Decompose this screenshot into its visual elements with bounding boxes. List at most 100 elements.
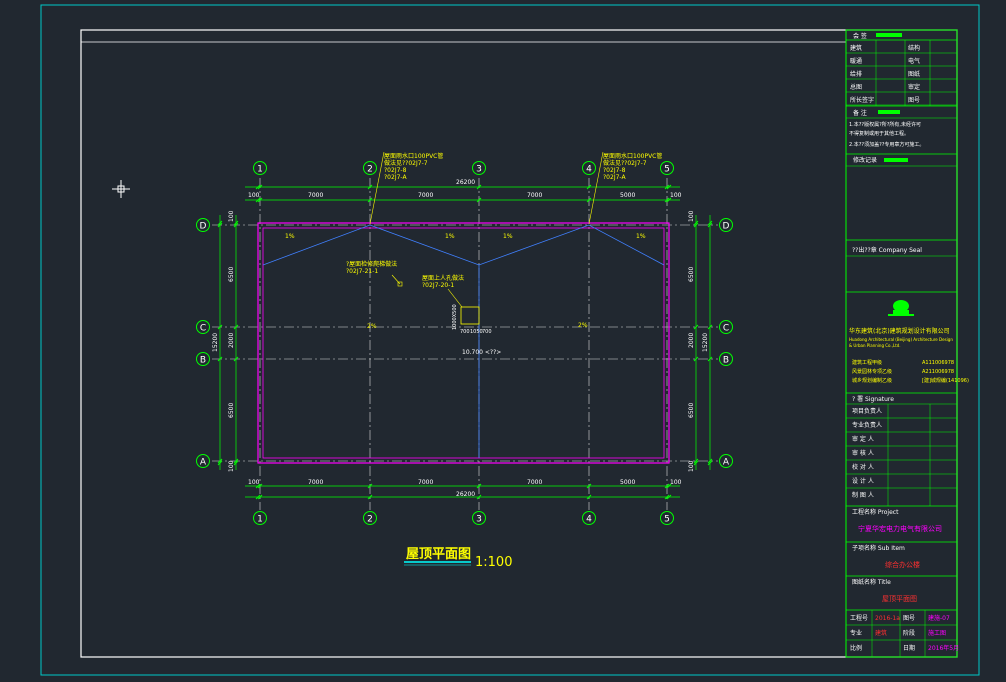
bottom-cell: 2016-1a [875, 615, 900, 622]
signature-role: 制 图 人 [852, 491, 874, 499]
slope-label-2: 1% [445, 233, 455, 240]
axis-label-D-right: D [723, 222, 730, 232]
cert-label: 建筑工程甲级 [852, 359, 882, 366]
notes-bar [878, 110, 900, 114]
annotation-right-top-3: ?02J7-8 [603, 167, 626, 174]
roof-outline-inner [262, 227, 665, 459]
signature-role: 项目负责人 [852, 407, 882, 415]
cad-drawing-canvas[interactable]: 1 1 2 2 3 3 4 4 5 5 D D C C B B A A 100 7000 7000 7000 50… [0, 0, 1006, 682]
annotation-left-top-3: ?02J7-8 [384, 167, 407, 174]
top-edge-right: 100 [670, 192, 682, 199]
drawing-scale: 1:100 [475, 555, 512, 570]
roof-hatch [460, 306, 480, 325]
annotation-mid2-2: ?02J7-20-1 [422, 282, 454, 289]
title-block: 会 签 建筑 结构暖通 电气给排 图纸总图 审定所长签字 图号 备 注 1.本??版权属?… [845, 29, 969, 658]
slope-label-4: 1% [636, 233, 646, 240]
project-name: 宁夏华宏电力电气有限公司 [858, 524, 942, 533]
bottom-cell: 专业 [850, 629, 862, 637]
stamp-header: ??出??章 Company Seal [852, 246, 922, 254]
outer-sheet-border [40, 4, 980, 676]
roof-plan: 1 1 2 2 3 3 4 4 5 5 D D C C B B A A 100 7000 7000 7000 50… [112, 151, 733, 570]
axis-label-3-bottom: 3 [476, 515, 482, 525]
hatch-dim-3: 700 [482, 329, 492, 335]
sign-row-label-a: 总图 [850, 83, 862, 91]
axis-label-C-right: C [723, 324, 729, 334]
axis-label-C-left: C [200, 324, 206, 334]
company-logo [888, 300, 914, 316]
axis-label-2-bottom: 2 [367, 515, 373, 525]
revision-header: 修改记录 [853, 156, 877, 164]
left-span-3: 6500 [228, 403, 235, 418]
axis-label-3-top: 3 [476, 165, 482, 175]
right-span-3: 6500 [688, 403, 695, 418]
annotation-left-top-4: ?02J7-A [384, 174, 407, 181]
axis-label-4-bottom: 4 [586, 515, 592, 525]
bottom-edge-right: 100 [670, 479, 682, 486]
axis-label-5-bottom: 5 [664, 515, 670, 525]
cert-number: [建]城规编(141096) [922, 377, 969, 384]
annotation-right-top-2: 做法见??02J7-7 [603, 159, 647, 167]
hatch-dim-1: 700 [460, 329, 470, 335]
left-edge-top: 100 [228, 210, 235, 222]
bottom-cell: 工程号 [850, 614, 868, 622]
axis-label-5-top: 5 [664, 165, 670, 175]
annotation-right-top-4: ?02J7-A [603, 174, 626, 181]
drawing-label: 图纸名称 Title [852, 578, 891, 586]
ridge-line [262, 224, 665, 266]
sign-row-label-b: 审定 [908, 83, 920, 91]
notes-header: 备 注 [853, 109, 867, 117]
bottom-cell: 图号 [903, 615, 915, 622]
annotation-right-top-1: 屋面雨水口100PVC管 [603, 152, 662, 160]
axis-label-1-bottom: 1 [257, 515, 263, 525]
company-name-en-2: & Urban Planning Co.,Ltd. [849, 343, 901, 348]
left-span-1: 6500 [228, 267, 235, 282]
bottom-span-2: 7000 [418, 479, 433, 486]
sign-row-label-a: 给排 [850, 70, 862, 78]
cert-number: A111006978 [922, 360, 954, 366]
hui-qian-label: 会 签 [853, 32, 867, 40]
axis-label-A-left: A [200, 458, 207, 468]
note-3: 2.本??须加盖??专用章方可施工。 [849, 141, 924, 148]
axis-label-1-top: 1 [257, 165, 263, 175]
cert-number: A211006978 [922, 369, 954, 375]
bottom-cell: 建施-07 [928, 614, 950, 622]
sign-row-label-a: 建筑 [850, 44, 862, 52]
right-edge-top: 100 [688, 210, 695, 222]
annotation-left-top-2: 做法见??02J7-7 [384, 159, 428, 167]
annotation-mid1-1: ?屋面检修爬梯做法 [346, 260, 397, 268]
bottom-cell: 比例 [850, 644, 862, 652]
bottom-span-4: 5000 [620, 479, 635, 486]
axis-label-A-right: A [723, 458, 730, 468]
signature-role: 校 对 人 [852, 463, 874, 471]
subitem-label: 子项名称 Sub Item [852, 544, 905, 552]
signature-role: 设 计 人 [852, 477, 874, 485]
elevation-label: 10.700 <??> [462, 349, 501, 356]
slope-label-3: 1% [503, 233, 513, 240]
left-span-2: 2000 [228, 333, 235, 348]
sign-row-label-b: 图纸 [908, 70, 920, 78]
top-total: 26200 [456, 179, 475, 186]
sign-row-label-a: 暖通 [850, 57, 862, 65]
bottom-cell: 阶段 [903, 629, 915, 637]
crosshair-cursor[interactable] [112, 180, 130, 198]
top-span-3: 7000 [527, 192, 542, 199]
bottom-cell: 建筑 [875, 629, 887, 637]
axis-label-D-left: D [200, 222, 207, 232]
drawing-title: 屋顶平面图 [406, 547, 471, 562]
company-name-cn: 华东建筑(北京)建筑规划设计有限公司 [849, 327, 950, 335]
signature-role: 专业负责人 [852, 421, 882, 429]
signature-header: ? 署 Signature [852, 396, 894, 403]
subitem-name: 综合办公楼 [885, 560, 920, 569]
annotation-mid2-1: 屋面上人孔做法 [422, 274, 464, 282]
bottom-cell: 日期 [903, 644, 915, 652]
note-1: 1.本??版权属?所?所有,未经许可 [849, 121, 921, 128]
hatch-dim-2: 1050 [470, 329, 483, 335]
hui-qian-bar [876, 33, 902, 37]
signature-role: 审 核 人 [852, 449, 874, 457]
right-span-1: 6500 [688, 267, 695, 282]
top-span-1: 7000 [308, 192, 323, 199]
right-edge-bottom: 100 [688, 460, 695, 472]
signature-role: 审 定 人 [852, 435, 874, 443]
slope-label-6: 2% [578, 322, 588, 329]
slope-label-1: 1% [285, 233, 295, 240]
